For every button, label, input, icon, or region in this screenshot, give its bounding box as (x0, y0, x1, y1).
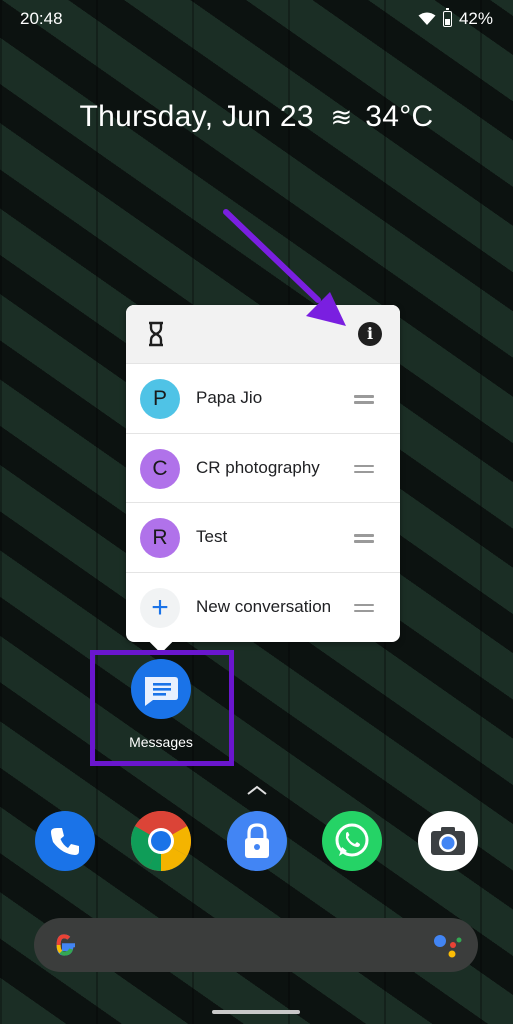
camera-icon (431, 827, 465, 855)
phone-icon (51, 828, 79, 855)
google-assistant-icon[interactable] (432, 932, 462, 960)
google-logo-icon[interactable] (50, 931, 78, 959)
popup-header: i (126, 305, 400, 363)
at-a-glance[interactable]: Thursday, Jun 23 ≋ 34°C (0, 100, 513, 134)
whatsapp-app-icon[interactable] (322, 811, 382, 871)
chat-bubble-icon (145, 677, 178, 706)
app-lock-icon-button[interactable] (227, 811, 287, 871)
status-time: 20:48 (20, 9, 63, 28)
drag-handle-icon[interactable] (354, 464, 374, 473)
shortcut-test[interactable]: R Test (126, 502, 400, 572)
plus-icon: + (140, 587, 180, 628)
phone-app-icon[interactable] (35, 811, 95, 871)
battery-percent: 42% (458, 9, 493, 28)
drag-handle-icon[interactable] (354, 395, 374, 404)
avatar: P (140, 379, 180, 419)
hourglass-icon[interactable] (146, 321, 166, 347)
lock-icon (245, 823, 269, 858)
shortcut-cr-photography[interactable]: C CR photography (126, 432, 400, 503)
avatar: C (140, 448, 180, 489)
messages-app-icon[interactable] (131, 659, 191, 719)
shortcut-label: CR photography (196, 457, 320, 477)
date-label[interactable]: Thursday, Jun 23 (80, 100, 314, 133)
avatar: R (140, 518, 180, 558)
google-search-bar[interactable] (34, 918, 478, 972)
camera-app-icon[interactable] (418, 811, 478, 871)
shortcut-papa-jio[interactable]: P Papa Jio (126, 363, 400, 433)
shortcut-new-conversation[interactable]: + New conversation (126, 571, 400, 642)
drag-handle-icon[interactable] (354, 534, 374, 543)
whatsapp-icon (335, 823, 369, 857)
chrome-icon (131, 810, 192, 871)
info-icon[interactable]: i (358, 322, 382, 346)
temperature-label[interactable]: 34°C (365, 100, 433, 133)
shortcut-label: New conversation (196, 596, 332, 616)
wifi-icon (418, 12, 436, 25)
app-shortcuts-popup: i P Papa Jio C CR photography R Test + N… (126, 305, 400, 654)
chrome-app-icon[interactable] (131, 810, 192, 871)
shortcut-label: Test (196, 527, 228, 546)
drag-handle-icon[interactable] (354, 603, 374, 612)
haze-icon: ≋ (330, 102, 353, 132)
battery-icon (442, 8, 452, 27)
status-indicators: 42% (418, 8, 493, 29)
status-bar: 20:48 42% (0, 0, 513, 38)
gesture-nav-handle[interactable] (212, 1010, 300, 1014)
chevron-up-icon[interactable] (246, 784, 268, 796)
shortcut-label: Papa Jio (196, 388, 263, 407)
messages-app-label[interactable]: Messages (100, 734, 222, 750)
